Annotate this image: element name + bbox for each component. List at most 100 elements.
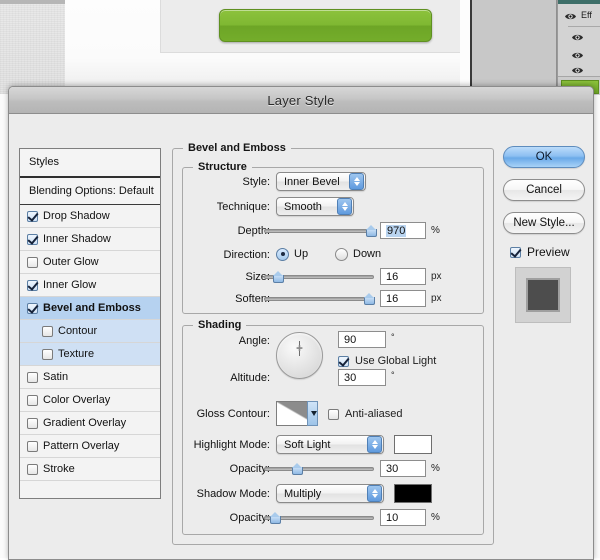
checkbox-stroke[interactable]: [27, 463, 38, 475]
preview-checkbox-row[interactable]: Preview: [503, 245, 585, 259]
style-label: Style:: [242, 176, 270, 188]
layers-panel[interactable]: Eff: [557, 0, 600, 95]
slider-thumb[interactable]: [273, 271, 285, 283]
checkbox-anti-aliased[interactable]: [328, 408, 339, 420]
slider-thumb[interactable]: [270, 512, 281, 524]
angle-dial[interactable]: ✚: [276, 332, 323, 379]
style-item-gradient-overlay[interactable]: Gradient Overlay: [20, 412, 160, 435]
shadow-mode-value: Multiply: [284, 487, 322, 500]
highlight-opacity-unit: %: [431, 463, 440, 474]
dialog-side-buttons: OK Cancel New Style... Preview: [503, 146, 585, 323]
style-item-label: Pattern Overlay: [43, 440, 120, 452]
layers-row-effects[interactable]: Eff: [558, 8, 600, 25]
styles-list-header[interactable]: Styles: [20, 149, 160, 178]
technique-select-value: Smooth: [284, 200, 322, 213]
chevron-updown-icon[interactable]: [337, 198, 352, 215]
checkbox-pattern-overlay[interactable]: [27, 440, 38, 452]
shadow-opacity-input[interactable]: 10: [380, 509, 426, 526]
checkbox-texture[interactable]: [42, 348, 53, 360]
checkbox-gradient-overlay[interactable]: [27, 417, 38, 429]
checkbox-drop-shadow[interactable]: [27, 210, 38, 222]
shading-title: Shading: [193, 319, 247, 331]
checkbox-preview[interactable]: [510, 246, 521, 258]
highlight-opacity-input[interactable]: 30: [380, 460, 426, 477]
technique-select[interactable]: Smooth: [276, 197, 354, 216]
slider-thumb[interactable]: [292, 463, 303, 475]
preview-thumbnail-shape: [528, 280, 558, 310]
slider-thumb[interactable]: [365, 225, 377, 237]
style-item-outer-glow[interactable]: Outer Glow: [20, 251, 160, 274]
depth-input[interactable]: 970: [380, 222, 426, 239]
checkbox-outer-glow[interactable]: [27, 256, 38, 268]
radio-up[interactable]: [276, 247, 289, 261]
style-item-stroke[interactable]: Stroke: [20, 458, 160, 481]
chevron-updown-icon[interactable]: [349, 173, 364, 190]
shadow-opacity-slider[interactable]: [264, 509, 374, 526]
highlight-mode-select[interactable]: Soft Light: [276, 435, 384, 454]
ok-button[interactable]: OK: [503, 146, 585, 168]
soften-slider[interactable]: [264, 290, 375, 307]
radio-down[interactable]: [335, 247, 348, 261]
soften-input[interactable]: 16: [380, 290, 426, 307]
checkbox-bevel-and-emboss[interactable]: [27, 302, 38, 314]
checkbox-contour[interactable]: [42, 325, 53, 337]
direction-radio-down[interactable]: Down: [335, 245, 381, 263]
style-item-color-overlay[interactable]: Color Overlay: [20, 389, 160, 412]
anti-aliased-row[interactable]: Anti-aliased: [328, 405, 402, 423]
eye-icon[interactable]: [571, 33, 584, 42]
style-item-inner-glow[interactable]: Inner Glow: [20, 274, 160, 297]
slider-track: [264, 467, 374, 471]
checkbox-color-overlay[interactable]: [27, 394, 38, 406]
workspace-texture: [0, 0, 65, 94]
style-item-satin[interactable]: Satin: [20, 366, 160, 389]
use-global-light-row[interactable]: Use Global Light: [338, 352, 436, 370]
angle-hub: ✚: [296, 344, 303, 353]
size-unit: px: [431, 271, 442, 282]
styles-list[interactable]: Styles Blending Options: Default Drop Sh…: [19, 148, 161, 499]
altitude-input[interactable]: 30: [338, 369, 386, 386]
chevron-updown-icon[interactable]: [367, 436, 382, 453]
layers-row-effect-1[interactable]: [558, 29, 600, 46]
shadow-mode-label: Shadow Mode:: [196, 488, 270, 500]
depth-slider[interactable]: [264, 222, 377, 239]
preview-thumbnail: [515, 267, 571, 323]
size-slider[interactable]: [264, 268, 374, 285]
direction-radio-up[interactable]: Up: [276, 245, 308, 263]
soften-label: Soften:: [235, 293, 270, 305]
slider-thumb[interactable]: [363, 293, 375, 305]
cancel-button[interactable]: Cancel: [503, 179, 585, 201]
style-item-drop-shadow[interactable]: Drop Shadow: [20, 205, 160, 228]
highlight-mode-label: Highlight Mode:: [193, 439, 270, 451]
technique-label: Technique:: [216, 201, 270, 213]
shadow-mode-select[interactable]: Multiply: [276, 484, 384, 503]
style-item-pattern-overlay[interactable]: Pattern Overlay: [20, 435, 160, 458]
highlight-color-swatch[interactable]: [394, 435, 432, 454]
style-item-label: Outer Glow: [43, 256, 99, 268]
chevron-down-icon[interactable]: [307, 401, 318, 426]
green-button-artwork[interactable]: [219, 9, 432, 42]
depth-unit: %: [431, 225, 440, 236]
size-input[interactable]: 16: [380, 268, 426, 285]
style-item-inner-shadow[interactable]: Inner Shadow: [20, 228, 160, 251]
checkbox-satin[interactable]: [27, 371, 38, 383]
style-item-bevel-and-emboss[interactable]: Bevel and Emboss: [20, 297, 160, 320]
style-item-contour[interactable]: Contour: [20, 320, 160, 343]
shadow-color-swatch[interactable]: [394, 484, 432, 503]
chevron-updown-icon[interactable]: [367, 485, 382, 502]
checkbox-use-global-light[interactable]: [338, 355, 349, 367]
style-item-label: Contour: [58, 325, 98, 337]
new-style-button[interactable]: New Style...: [503, 212, 585, 234]
bevel-and-emboss-title: Bevel and Emboss: [183, 142, 291, 154]
highlight-opacity-slider[interactable]: [264, 460, 374, 477]
angle-input[interactable]: 90: [338, 331, 386, 348]
style-select[interactable]: Inner Bevel: [276, 172, 366, 191]
blending-options-item[interactable]: Blending Options: Default: [20, 178, 160, 205]
eye-icon[interactable]: [571, 51, 584, 60]
dialog-titlebar[interactable]: Layer Style: [9, 87, 593, 114]
checkbox-inner-shadow[interactable]: [27, 233, 38, 245]
style-item-texture[interactable]: Texture: [20, 343, 160, 366]
checkbox-inner-glow[interactable]: [27, 279, 38, 291]
eye-icon[interactable]: [571, 66, 584, 75]
slider-track: [264, 297, 374, 301]
eye-icon[interactable]: [564, 12, 577, 21]
